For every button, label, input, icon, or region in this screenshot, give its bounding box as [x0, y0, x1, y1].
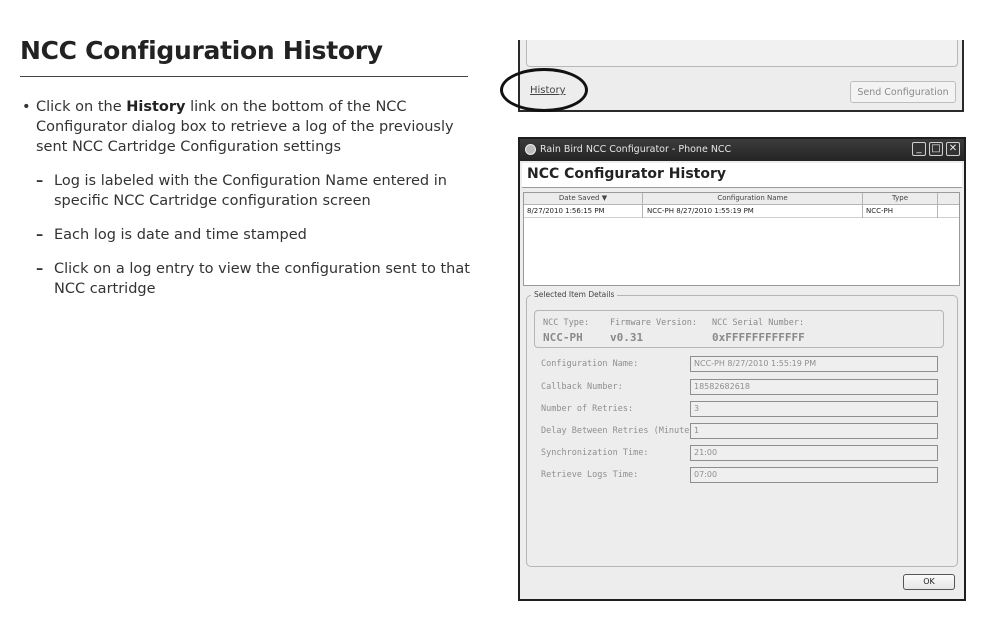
ncc-type-value: NCC-PH — [543, 331, 583, 344]
retrieve-logs-time-label: Retrieve Logs Time: — [541, 470, 639, 480]
dash-icon: – — [36, 261, 44, 277]
cell-configuration-name: NCC-PH 8/27/2010 1:55:19 PM — [647, 207, 754, 215]
callback-number-label: Callback Number: — [541, 382, 623, 392]
dash-icon: – — [36, 227, 44, 243]
sub-item-text: Click on a log entry to view the configu… — [54, 261, 470, 297]
bullet-text-bold: History — [126, 99, 186, 115]
dialog-heading: NCC Configurator History — [527, 166, 726, 182]
title-divider — [20, 76, 468, 77]
delay-between-retries-field: 1 — [690, 423, 938, 439]
configuration-name-field: NCC-PH 8/27/2010 1:55:19 PM — [690, 356, 938, 372]
instruction-list: • Click on the History link on the botto… — [22, 97, 477, 313]
maximize-icon[interactable]: □ — [929, 142, 943, 156]
column-divider — [937, 193, 938, 218]
cell-type: NCC-PH — [866, 207, 894, 215]
callback-number-field: 18582682618 — [690, 379, 938, 395]
delay-between-retries-label: Delay Between Retries (Minutes): — [541, 426, 705, 436]
number-of-retries-label: Number of Retries: — [541, 404, 634, 414]
app-icon — [525, 144, 536, 155]
sub-item: – Click on a log entry to view the confi… — [22, 259, 477, 299]
minimize-icon[interactable]: _ — [912, 142, 926, 156]
bullet-text-pre: Click on the — [36, 99, 127, 115]
cell-date-saved: 8/27/2010 1:56:15 PM — [527, 207, 605, 215]
sub-item: – Log is labeled with the Configuration … — [22, 171, 477, 211]
sub-item-text: Each log is date and time stamped — [54, 227, 307, 243]
synchronization-time-label: Synchronization Time: — [541, 448, 649, 458]
column-header-date-saved[interactable]: Date Saved ▼ — [524, 193, 642, 204]
serial-number-label: NCC Serial Number: — [712, 318, 805, 328]
column-divider — [642, 193, 643, 218]
firmware-version-label: Firmware Version: — [610, 318, 697, 328]
details-legend: Selected Item Details — [531, 290, 618, 299]
serial-number-value: 0xFFFFFFFFFFFF — [712, 331, 805, 344]
synchronization-time-field: 21:00 — [690, 445, 938, 461]
retrieve-logs-time-field: 07:00 — [690, 467, 938, 483]
page-title: NCC Configuration History — [20, 36, 383, 65]
cropped-panel — [526, 40, 958, 67]
firmware-version-value: v0.31 — [610, 331, 644, 344]
ncc-type-label: NCC Type: — [543, 318, 590, 328]
column-header-type[interactable]: Type — [863, 193, 937, 204]
dash-icon: – — [36, 173, 44, 189]
column-header-configuration-name[interactable]: Configuration Name — [643, 193, 862, 204]
number-of-retries-field: 3 — [690, 401, 938, 417]
bullet-dot-icon: • — [22, 99, 31, 115]
highlight-oval — [500, 68, 588, 112]
sub-item-text: Log is labeled with the Configuration Na… — [54, 173, 447, 209]
configuration-name-label: Configuration Name: — [541, 359, 639, 369]
send-configuration-button[interactable]: Send Configuration — [850, 81, 956, 103]
sub-item: – Each log is date and time stamped — [22, 225, 477, 245]
instruction-bullet: • Click on the History link on the botto… — [22, 97, 477, 157]
column-divider — [862, 193, 863, 218]
window-title: Rain Bird NCC Configurator - Phone NCC — [540, 144, 732, 155]
close-icon[interactable]: ✕ — [946, 142, 960, 156]
ok-button[interactable]: OK — [903, 574, 955, 590]
